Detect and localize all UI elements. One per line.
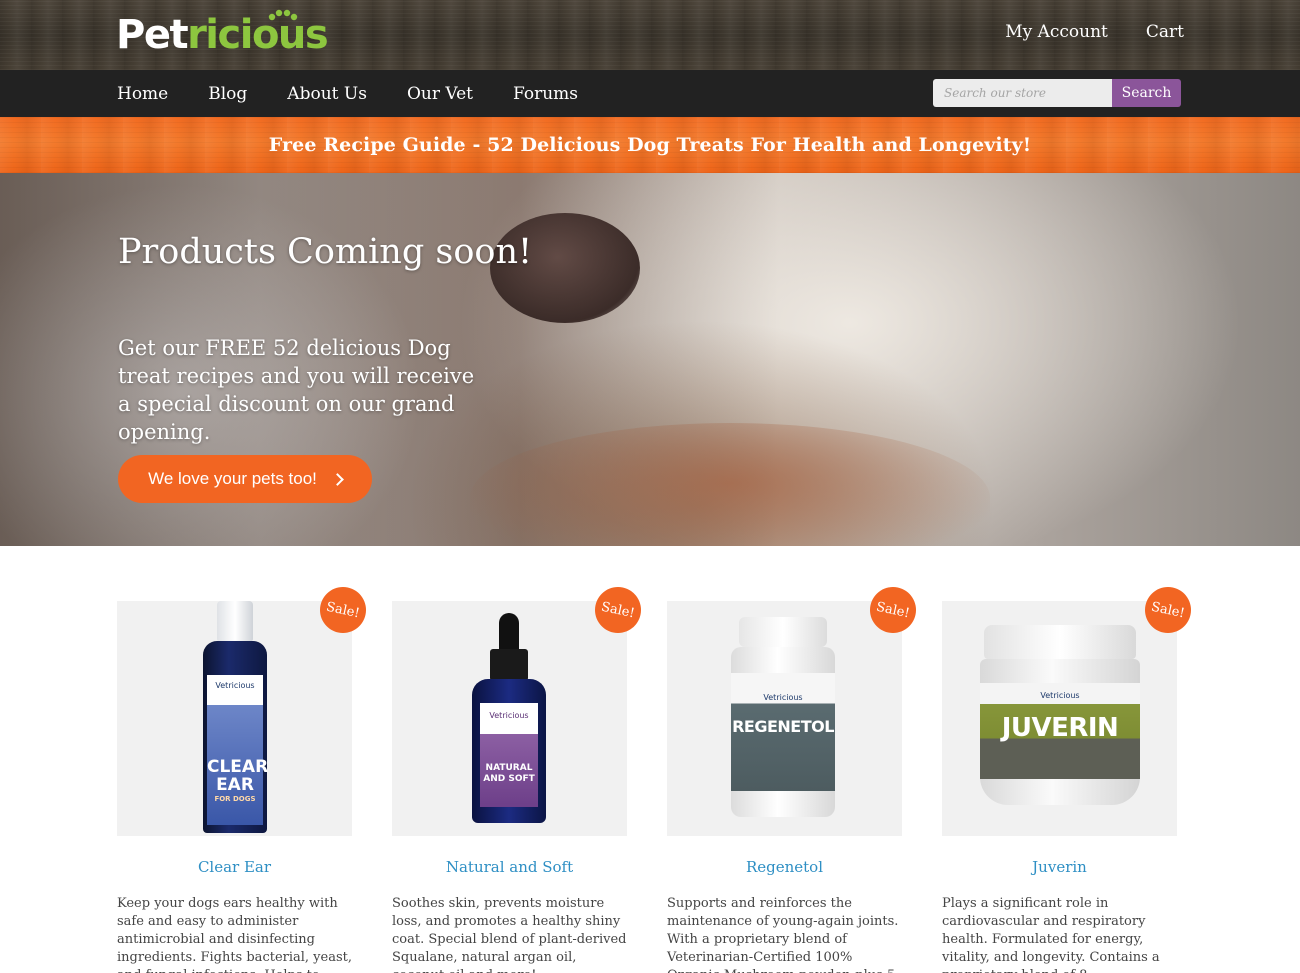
tub-illustration: Vetricious JUVERIN <box>980 625 1140 805</box>
product-card: Vetricious REGENETOL Sale! Regenetol Sup… <box>667 582 921 973</box>
hero-cta-button[interactable]: We love your pets too! <box>118 455 372 503</box>
promo-text: Free Recipe Guide - 52 Delicious Dog Tre… <box>268 134 1032 156</box>
promo-banner[interactable]: Free Recipe Guide - 52 Delicious Dog Tre… <box>0 117 1300 173</box>
label-brand: Vetricious <box>763 693 803 702</box>
nav-item-about-us[interactable]: About Us <box>287 84 367 104</box>
label-line: JUVERIN <box>1001 713 1119 743</box>
product-card: Vetricious NATURAL AND SOFT Sale! Natura… <box>392 582 646 973</box>
label-line: NATURAL <box>485 763 533 773</box>
product-card: Vetricious JUVERIN Sale! Juverin Plays a… <box>942 582 1196 973</box>
site-logo[interactable]: Pet ricious <box>116 9 329 58</box>
label-line: REGENETOL <box>732 717 834 736</box>
nav-item-our-vet[interactable]: Our Vet <box>407 84 473 104</box>
cart-link[interactable]: Cart <box>1146 22 1184 42</box>
sale-badge: Sale! <box>1140 582 1196 638</box>
sale-badge: Sale! <box>865 582 921 638</box>
product-image[interactable]: Vetricious REGENETOL Sale! <box>667 582 921 836</box>
hero-banner: Products Coming soon! Get our FREE 52 de… <box>0 173 1300 546</box>
product-image[interactable]: Vetricious JUVERIN Sale! <box>942 582 1196 836</box>
sale-badge: Sale! <box>315 582 371 638</box>
hero-title: Products Coming soon! <box>118 232 533 272</box>
bottle-illustration: Vetricious CLEAR EAR FOR DOGS <box>203 601 269 833</box>
product-image[interactable]: Vetricious CLEAR EAR FOR DOGS Sale! <box>117 582 371 836</box>
account-links: My Account Cart <box>1005 22 1184 42</box>
product-grid: Vetricious CLEAR EAR FOR DOGS Sale! Clea… <box>117 582 1196 973</box>
paw-icon <box>268 9 298 21</box>
hero-text: Get our FREE 52 delicious Dog treat reci… <box>118 336 475 444</box>
label-line: AND SOFT <box>483 774 535 784</box>
product-card: Vetricious CLEAR EAR FOR DOGS Sale! Clea… <box>117 582 371 973</box>
label-brand: Vetricious <box>1040 691 1080 700</box>
product-name-link[interactable]: Natural and Soft <box>392 858 627 876</box>
product-description: Keep your dogs ears healthy with safe an… <box>117 896 352 973</box>
product-name-link[interactable]: Regenetol <box>667 858 902 876</box>
label-line: FOR DOGS <box>214 795 256 803</box>
product-name-link[interactable]: Juverin <box>942 858 1177 876</box>
main-nav: Home Blog About Us Our Vet Forums Search <box>0 70 1300 117</box>
logo-text-ricious: ricious <box>187 12 329 58</box>
nav-item-home[interactable]: Home <box>117 84 168 104</box>
label-brand: Vetricious <box>489 711 529 720</box>
top-header: Pet ricious My Account Cart <box>0 0 1300 70</box>
nav-links: Home Blog About Us Our Vet Forums <box>117 70 578 117</box>
hero-cta-label: We love your pets too! <box>148 469 317 488</box>
nav-item-blog[interactable]: Blog <box>208 84 247 104</box>
nav-item-forums[interactable]: Forums <box>513 84 578 104</box>
logo-text-pet: Pet <box>116 12 189 58</box>
chevron-right-icon <box>331 472 344 486</box>
sale-badge: Sale! <box>590 582 646 638</box>
product-name-link[interactable]: Clear Ear <box>117 858 352 876</box>
jar-illustration: Vetricious REGENETOL <box>731 617 835 817</box>
product-image[interactable]: Vetricious NATURAL AND SOFT Sale! <box>392 582 646 836</box>
store-search: Search <box>933 79 1181 107</box>
product-description: Plays a significant role in cardiovascul… <box>942 896 1160 973</box>
label-brand: Vetricious <box>215 681 255 690</box>
my-account-link[interactable]: My Account <box>1005 22 1108 42</box>
product-description: Supports and reinforces the maintenance … <box>667 896 899 973</box>
label-line: CLEAR <box>207 757 269 777</box>
search-button[interactable]: Search <box>1112 79 1181 107</box>
label-line: EAR <box>216 775 254 795</box>
dropper-bottle-illustration: Vetricious NATURAL AND SOFT <box>472 613 546 823</box>
product-description: Soothes skin, prevents moisture loss, an… <box>392 896 627 973</box>
search-input[interactable] <box>933 79 1112 107</box>
